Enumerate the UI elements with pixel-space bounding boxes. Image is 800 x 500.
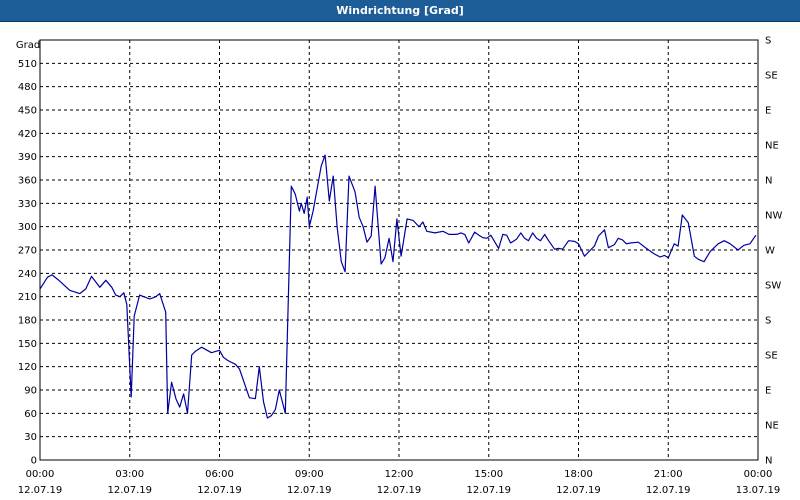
y-tick-label: 240 (18, 269, 37, 280)
x-tick-time: 09:00 (295, 469, 324, 480)
right-tick-label: N (765, 456, 772, 467)
y-tick-label: 0 (31, 456, 37, 467)
y-tick-label: 330 (18, 199, 37, 210)
right-axis-ticks: N NE E SE S SW W NW N NE E SE S (765, 36, 782, 467)
y-tick-label: 270 (18, 246, 37, 257)
x-tick-time: 18:00 (564, 469, 593, 480)
x-tick-time: 12:00 (385, 469, 414, 480)
right-tick-label: NE (765, 421, 779, 432)
x-tick-date: 12.07.19 (377, 485, 422, 496)
y-tick-label: 210 (18, 292, 37, 303)
x-tick-time: 03:00 (115, 469, 144, 480)
y-tick-label: 300 (18, 222, 37, 233)
x-tick-time: 06:00 (205, 469, 234, 480)
x-tick-date: 12.07.19 (18, 485, 63, 496)
x-tick-time: 00:00 (26, 469, 55, 480)
x-tick-date: 12.07.19 (287, 485, 332, 496)
right-tick-label: SW (765, 281, 781, 292)
x-tick-date: 12.07.19 (197, 485, 242, 496)
line-chart: 0 30 60 90 120 150 180 210 240 270 300 330 360 390 420… (16, 36, 783, 497)
y-tick-label: 510 (18, 59, 37, 70)
y-tick-label: 30 (24, 432, 37, 443)
y-tick-label: 390 (18, 152, 37, 163)
right-tick-label: NW (765, 211, 782, 222)
x-tick-date: 13.07.19 (736, 485, 781, 496)
y-tick-label: 90 (24, 386, 37, 397)
x-tick-date: 12.07.19 (466, 485, 511, 496)
chart-window: Windrichtung [Grad] 0 30 60 90 120 150 180 210 2… (0, 0, 800, 500)
x-tick-time: 21:00 (654, 469, 683, 480)
y-tick-label: 120 (18, 362, 37, 373)
right-tick-label: E (765, 386, 771, 397)
x-axis-ticks: 00:00 12.07.19 03:00 12.07.19 06:00 12.07.19 0… (18, 469, 781, 496)
y-axis-ticks: 0 30 60 90 120 150 180 210 240 270 300 330 360 390 420… (18, 59, 37, 467)
right-tick-label: E (765, 106, 771, 117)
right-tick-label: NE (765, 141, 779, 152)
y-tick-label: 480 (18, 82, 37, 93)
y-tick-label: 150 (18, 339, 37, 350)
x-tick-date: 12.07.19 (107, 485, 152, 496)
right-tick-label: SE (765, 351, 778, 362)
right-tick-label: SE (765, 71, 778, 82)
x-tick-time: 15:00 (474, 469, 503, 480)
y-tick-label: 450 (18, 106, 37, 117)
y-tick-label: 360 (18, 176, 37, 187)
y-axis-label: Grad (16, 40, 40, 51)
x-tick-date: 12.07.19 (646, 485, 691, 496)
y-tick-label: 60 (24, 409, 37, 420)
y-tick-label: 180 (18, 316, 37, 327)
y-tick-label: 420 (18, 129, 37, 140)
x-tick-date: 12.07.19 (556, 485, 601, 496)
right-tick-label: W (765, 246, 775, 257)
right-tick-label: S (765, 36, 771, 47)
right-tick-label: S (765, 316, 771, 327)
x-tick-time: 00:00 (744, 469, 773, 480)
right-tick-label: N (765, 176, 772, 187)
